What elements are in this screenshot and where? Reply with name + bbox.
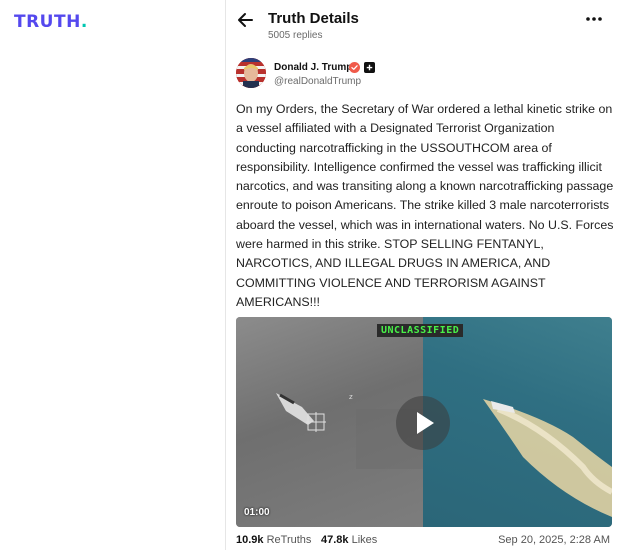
post-body: On my Orders, the Secretary of War order…	[236, 102, 614, 309]
plus-icon[interactable]	[364, 62, 375, 73]
truth-logo[interactable]: TRUTH.	[14, 12, 88, 32]
post-timestamp: Sep 20, 2025, 2:28 AM	[498, 534, 610, 546]
post-detail-panel: Truth Details 5005 replies Donald J. Tru…	[226, 0, 620, 550]
detail-header: Truth Details 5005 replies	[236, 10, 620, 50]
verified-badge-icon	[349, 62, 360, 73]
play-icon	[417, 412, 434, 434]
page-title: Truth Details	[268, 10, 359, 27]
logo-text: TRUTH	[14, 12, 81, 32]
arrow-left-icon[interactable]	[236, 10, 256, 30]
likes-stat[interactable]: 47.8k Likes	[321, 534, 377, 546]
logo-dot: .	[80, 12, 88, 32]
author-handle[interactable]: @realDonaldTrump	[274, 76, 361, 87]
video-frame-left: z	[236, 317, 446, 527]
replies-count[interactable]: 5005 replies	[268, 30, 322, 41]
retruths-count: 10.9k	[236, 534, 264, 546]
author-name[interactable]: Donald J. Trump	[274, 62, 352, 73]
unclassified-label: UNCLASSIFIED	[377, 324, 464, 337]
play-button[interactable]	[396, 396, 450, 450]
retruths-stat[interactable]: 10.9k ReTruths	[236, 534, 311, 546]
avatar[interactable]	[236, 58, 266, 88]
video-duration: 01:00	[244, 507, 270, 518]
video-frame-right	[423, 317, 612, 527]
post-author: Donald J. Trump @realDonaldTrump	[236, 58, 610, 92]
likes-count: 47.8k	[321, 534, 349, 546]
svg-text:z: z	[349, 393, 353, 401]
left-sidebar: TRUTH.	[0, 0, 226, 550]
likes-label: Likes	[351, 534, 378, 546]
video-player[interactable]: z UNCLASSIFIED 01:00	[236, 317, 612, 527]
more-horizontal-icon[interactable]	[584, 12, 604, 26]
retruths-label: ReTruths	[266, 534, 312, 546]
